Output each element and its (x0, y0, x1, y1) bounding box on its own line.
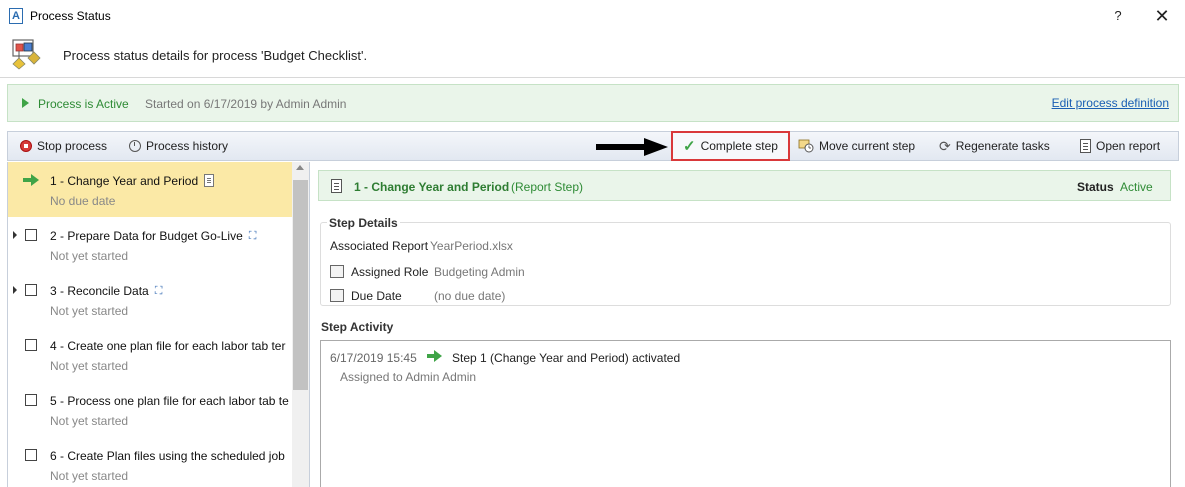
expand-arrow-icon[interactable] (13, 286, 17, 294)
step-title: 6 - Create Plan files using the schedule… (50, 449, 285, 463)
step-activity-title: Step Activity (321, 320, 394, 334)
complete-step-button[interactable]: ✓ Complete step (671, 131, 790, 161)
step-header-title: 1 - Change Year and Period (354, 180, 510, 194)
activity-time: 6/17/2019 15:45 (330, 351, 417, 365)
step-title: 2 - Prepare Data for Budget Go-Live ⛶ (50, 229, 257, 243)
help-button[interactable]: ? (1108, 6, 1128, 26)
app-icon: A (9, 8, 23, 24)
pointer-arrow-annotation (596, 138, 668, 156)
regenerate-tasks-label: Regenerate tasks (955, 139, 1050, 153)
step-item-3[interactable]: 3 - Reconcile Data ⛶ Not yet started (8, 272, 292, 327)
step-header: 1 - Change Year and Period (Report Step)… (318, 170, 1171, 201)
process-history-button[interactable]: Process history (129, 132, 228, 160)
step-subtitle: Not yet started (50, 359, 129, 373)
clock-icon (129, 140, 141, 152)
associated-report-row: Associated Report YearPeriod.xlsx (330, 239, 513, 253)
step-subtitle: Not yet started (50, 304, 129, 318)
step-list: 1 - Change Year and Period No due date 2… (7, 162, 292, 487)
stop-icon (20, 140, 32, 152)
step-subtitle: No due date (50, 194, 116, 208)
started-text: Started on 6/17/2019 by Admin Admin (145, 97, 347, 111)
step-type: (Report Step) (511, 180, 584, 194)
regenerate-tasks-button[interactable]: ⟳ Regenerate tasks (939, 132, 1050, 160)
refresh-icon: ⟳ (939, 137, 951, 154)
associated-report-value: YearPeriod.xlsx (430, 239, 513, 253)
step-detail-panel: 1 - Change Year and Period (Report Step)… (309, 162, 1179, 487)
scroll-thumb[interactable] (293, 180, 308, 390)
window-title: Process Status (30, 9, 111, 23)
step-item-5[interactable]: 5 - Process one plan file for each labor… (8, 382, 292, 437)
open-report-button[interactable]: Open report (1080, 132, 1160, 160)
due-date-row: Due Date (no due date) (330, 289, 505, 303)
step-details-box: Associated Report YearPeriod.xlsx Assign… (320, 222, 1171, 306)
checkmark-icon: ✓ (683, 138, 696, 155)
play-icon (22, 98, 29, 108)
scroll-up-icon[interactable] (296, 165, 304, 170)
close-button[interactable]: ✕ (1152, 6, 1172, 26)
step-checkbox[interactable] (25, 394, 37, 406)
step-subtitle: Not yet started (50, 469, 129, 483)
report-icon (1080, 139, 1091, 153)
step-item-2[interactable]: 2 - Prepare Data for Budget Go-Live ⛶ Not… (8, 217, 292, 272)
edit-process-definition-link[interactable]: Edit process definition (1052, 96, 1169, 110)
current-step-arrow-icon (23, 174, 39, 186)
activated-arrow-icon (427, 350, 442, 362)
process-state-label: Process is Active (38, 97, 129, 111)
header-description: Process status details for process 'Budg… (63, 48, 368, 63)
title-bar: A Process Status ? ✕ (0, 0, 1185, 32)
status-value: Active (1120, 180, 1153, 194)
step-title: 1 - Change Year and Period (50, 174, 215, 188)
move-current-step-label: Move current step (819, 139, 916, 153)
step-activity-box: 6/17/2019 15:45 Step 1 (Change Year and … (320, 340, 1171, 487)
step-title: 3 - Reconcile Data ⛶ (50, 284, 163, 298)
step-checkbox[interactable] (25, 449, 37, 461)
expand-arrow-icon[interactable] (13, 231, 17, 239)
process-history-label: Process history (146, 139, 229, 153)
assigned-role-row: Assigned Role Budgeting Admin (330, 265, 525, 279)
step-list-scrollbar[interactable] (292, 162, 309, 487)
document-icon (331, 179, 342, 193)
step-checkbox[interactable] (25, 229, 37, 241)
assigned-role-value: Budgeting Admin (434, 265, 525, 279)
toolbar: Stop process Process history ✓ Complete … (7, 131, 1179, 161)
step-title: 4 - Create one plan file for each labor … (50, 339, 286, 353)
step-subtitle: Not yet started (50, 414, 129, 428)
complete-step-label: Complete step (700, 139, 778, 153)
activity-text: Step 1 (Change Year and Period) activate… (452, 351, 681, 365)
process-status-bar: Process is Active Started on 6/17/2019 b… (7, 84, 1179, 122)
step-checkbox[interactable] (25, 284, 37, 296)
document-icon (204, 174, 215, 187)
step-checkbox[interactable] (25, 339, 37, 351)
step-subtitle: Not yet started (50, 249, 129, 263)
header-divider (0, 77, 1185, 78)
assigned-role-label: Assigned Role (351, 265, 429, 279)
move-step-icon (798, 139, 814, 153)
step-title: 5 - Process one plan file for each labor… (50, 394, 289, 408)
move-current-step-button[interactable]: Move current step (798, 132, 915, 160)
due-date-label: Due Date (351, 289, 402, 303)
role-icon (330, 265, 344, 278)
step-item-1[interactable]: 1 - Change Year and Period No due date (8, 162, 292, 217)
activity-subtext: Assigned to Admin Admin (340, 370, 477, 384)
step-details-title: Step Details (327, 216, 400, 230)
open-report-label: Open report (1096, 139, 1161, 153)
calendar-icon (330, 289, 344, 302)
status-label: Status (1077, 180, 1114, 194)
step-item-6[interactable]: 6 - Create Plan files using the schedule… (8, 437, 292, 487)
hierarchy-icon: ⛶ (248, 230, 257, 242)
due-date-value: (no due date) (434, 289, 506, 303)
stop-process-label: Stop process (37, 139, 108, 153)
process-icon (12, 39, 41, 70)
step-item-4[interactable]: 4 - Create one plan file for each labor … (8, 327, 292, 382)
associated-report-label: Associated Report (330, 239, 429, 253)
hierarchy-icon: ⛶ (154, 285, 163, 297)
stop-process-button[interactable]: Stop process (20, 132, 107, 160)
